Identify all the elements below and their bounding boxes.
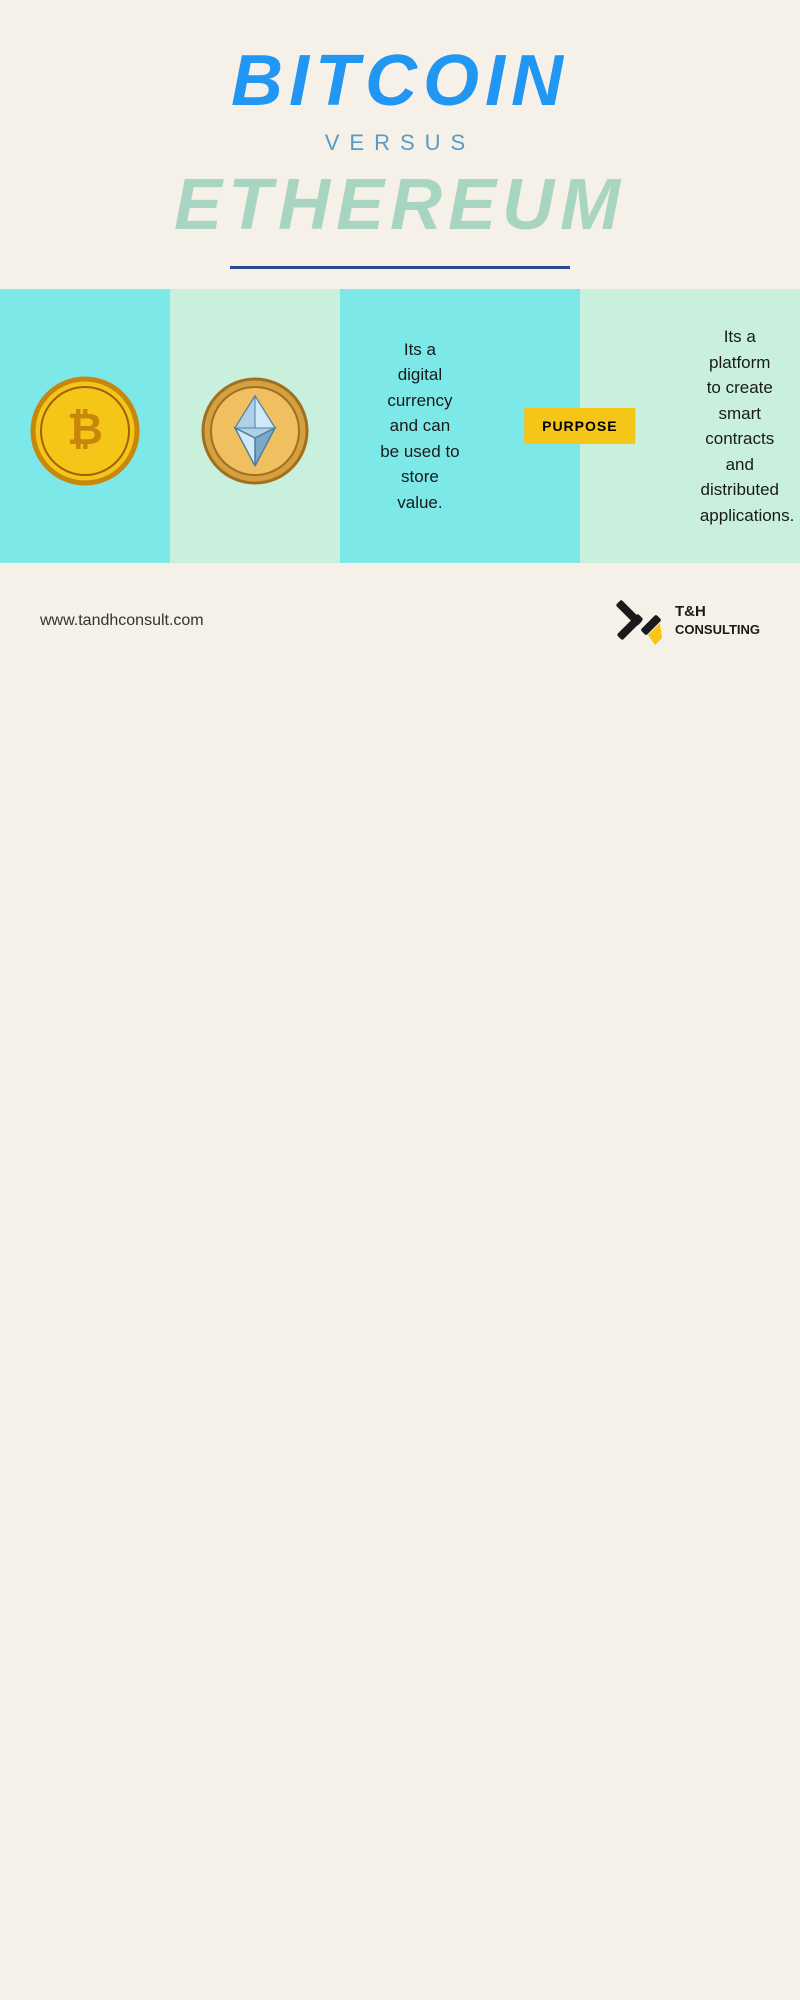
ethereum-title: ETHEREUM (20, 164, 780, 246)
svg-text:₿: ₿ (67, 405, 103, 454)
purpose-badge: PURPOSE (524, 408, 635, 444)
footer-brand-line2: CONSULTING (675, 622, 760, 639)
comparison-area: ₿ Its a digital currency and can be (0, 289, 800, 563)
bitcoin-logo: ₿ (30, 376, 140, 486)
ethereum-logo (200, 376, 310, 486)
purpose-left: Its a digital currency and can be used t… (380, 337, 460, 516)
versus-label: VERSUS (20, 130, 780, 156)
header: BITCOIN VERSUS ETHEREUM (0, 0, 800, 289)
purpose-right: Its a platform to create smart contracts… (700, 324, 780, 528)
bitcoin-title: BITCOIN (20, 40, 780, 122)
footer-logo-icon (610, 593, 665, 648)
footer-brand: T&H CONSULTING (675, 602, 760, 638)
footer: www.tandhconsult.com T&H CONSULTING (0, 563, 800, 678)
header-divider (230, 266, 570, 269)
footer-brand-line1: T&H (675, 602, 760, 622)
footer-url: www.tandhconsult.com (40, 612, 204, 630)
footer-logo-area: T&H CONSULTING (610, 593, 760, 648)
purpose-row: Its a digital currency and can be used t… (340, 289, 800, 563)
logos-row: ₿ (0, 289, 340, 563)
